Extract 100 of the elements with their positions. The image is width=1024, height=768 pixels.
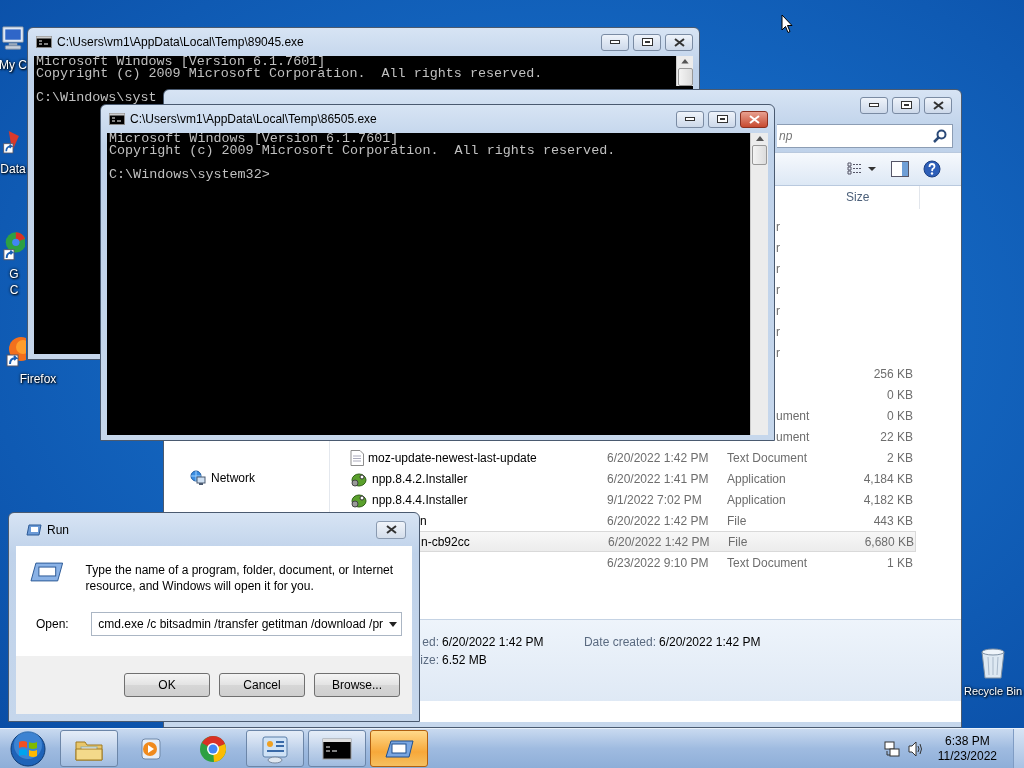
dropdown-icon[interactable] bbox=[389, 621, 397, 627]
file-type: r bbox=[775, 261, 781, 276]
maximize-button[interactable] bbox=[708, 110, 736, 128]
file-size: 0 KB bbox=[886, 408, 914, 423]
close-button[interactable] bbox=[376, 520, 406, 539]
desktop-icon-label[interactable]: G C bbox=[9, 266, 19, 298]
desktop-icon-label[interactable]: Recycle Bin bbox=[963, 683, 1023, 699]
file-size: 22 KB bbox=[879, 429, 914, 444]
date-modified: 6/23/2022 9:10 PM bbox=[606, 555, 710, 570]
file-name: n-cb92cc bbox=[421, 534, 470, 549]
prompt-text: Type the name of a program, folder, document, or Internet resource, and Windows will open it for you. bbox=[85, 562, 395, 594]
installer-icon bbox=[350, 491, 368, 508]
installer-icon bbox=[350, 470, 368, 487]
search-field[interactable]: np bbox=[777, 124, 953, 148]
minimize-button[interactable] bbox=[676, 110, 704, 128]
file-size: 443 KB bbox=[872, 513, 914, 528]
file-type: r bbox=[775, 282, 781, 297]
date-modified: 6/20/2022 1:42 PM bbox=[606, 513, 710, 528]
close-icon bbox=[673, 37, 685, 47]
maximize-icon bbox=[900, 101, 912, 109]
scroll-thumb[interactable] bbox=[677, 67, 693, 86]
file-size: 4,182 KB bbox=[862, 492, 914, 507]
file-size: 2 KB bbox=[886, 450, 914, 465]
file-type: r bbox=[775, 303, 781, 318]
console-line: Copyright (c) 2009 Microsoft Corporation. All rights reserved. bbox=[109, 145, 617, 157]
chrome-shortcut-icon[interactable] bbox=[3, 230, 25, 262]
file-size: 6,680 KB bbox=[863, 534, 915, 549]
help-icon[interactable] bbox=[923, 160, 941, 178]
file-size: 0 KB bbox=[886, 387, 914, 402]
command-field[interactable]: cmd.exe /c bitsadmin /transfer getitman /download /pr bbox=[91, 612, 402, 636]
file-type: Application bbox=[727, 471, 787, 486]
detail-value: 6.52 MB bbox=[442, 653, 488, 669]
close-icon bbox=[748, 114, 760, 124]
desktop-icon-label[interactable]: My C bbox=[0, 57, 27, 73]
file-name: npp.8.4.2.Installer bbox=[372, 471, 468, 486]
ok-button[interactable]: OK bbox=[124, 673, 210, 697]
maximize-icon bbox=[716, 115, 728, 123]
file-type: Text Document bbox=[727, 450, 809, 465]
recycle-bin-icon[interactable] bbox=[978, 647, 1008, 679]
scrollbar[interactable] bbox=[676, 56, 693, 86]
computer-icon[interactable] bbox=[1, 23, 25, 53]
file-type: Application bbox=[727, 492, 787, 507]
scrollbar[interactable] bbox=[750, 133, 768, 435]
minimize-icon bbox=[685, 117, 695, 121]
run-icon bbox=[26, 523, 42, 536]
network-icon bbox=[190, 470, 206, 486]
file-size: 1 KB bbox=[886, 555, 914, 570]
view-options-icon[interactable] bbox=[847, 162, 877, 176]
close-button[interactable] bbox=[740, 110, 768, 128]
clock-time[interactable]: 6:38 PM bbox=[945, 733, 990, 749]
cancel-button[interactable]: Cancel bbox=[219, 673, 305, 697]
window-title: C:\Users\vm1\AppData\Local\Temp\86505.exe bbox=[130, 112, 378, 126]
minimize-icon bbox=[869, 103, 879, 107]
date-modified: 6/20/2022 1:41 PM bbox=[606, 471, 710, 486]
console-line: Microsoft Windows [Version 6.1.7601] bbox=[109, 133, 399, 145]
taskbar-button[interactable] bbox=[308, 730, 366, 767]
run-icon bbox=[30, 562, 64, 582]
minimize-button[interactable] bbox=[601, 33, 629, 51]
console-line: Copyright (c) 2009 Microsoft Corporation. All rights reserved. bbox=[36, 68, 544, 80]
close-icon bbox=[932, 100, 944, 110]
browse-button[interactable]: Browse... bbox=[314, 673, 400, 697]
console-line: C:\Windows\system32> bbox=[109, 169, 271, 181]
file-size: 4,184 KB bbox=[862, 471, 914, 486]
file-type: File bbox=[727, 513, 748, 528]
open-label: Open: bbox=[35, 617, 70, 631]
window-title: C:\Users\vm1\AppData\Local\Temp\89045.exe bbox=[57, 35, 305, 49]
close-button[interactable] bbox=[665, 33, 693, 51]
maximize-button[interactable] bbox=[892, 96, 920, 114]
file-name: n bbox=[420, 513, 427, 528]
desktop-icon-label[interactable]: Data bbox=[0, 161, 26, 177]
scroll-thumb[interactable] bbox=[752, 145, 767, 165]
file-type: r bbox=[775, 240, 781, 255]
column-header[interactable]: Size bbox=[838, 186, 920, 209]
minimize-button[interactable] bbox=[860, 96, 888, 114]
sidebar-item[interactable]: Network bbox=[164, 469, 329, 487]
text-file-icon bbox=[350, 449, 364, 466]
close-icon bbox=[385, 525, 397, 534]
preview-pane-icon[interactable] bbox=[891, 161, 909, 177]
close-button[interactable] bbox=[924, 96, 952, 114]
search-icon[interactable] bbox=[933, 129, 947, 143]
file-type: r bbox=[775, 219, 781, 234]
maximize-icon bbox=[641, 38, 653, 46]
maximize-button[interactable] bbox=[633, 33, 661, 51]
desktop-icon-label[interactable]: Firefox bbox=[19, 371, 57, 387]
network-icon[interactable] bbox=[883, 740, 900, 757]
detail-label: ed: bbox=[421, 635, 439, 651]
date-modified: 6/20/2022 1:42 PM bbox=[607, 534, 711, 549]
file-type: Text Document bbox=[727, 555, 809, 570]
volume-icon[interactable] bbox=[907, 740, 924, 757]
pointer-icon bbox=[781, 14, 793, 34]
start-button-icon[interactable] bbox=[10, 730, 46, 767]
file-type: File bbox=[728, 534, 749, 549]
detail-value: 6/20/2022 1:42 PM bbox=[442, 635, 545, 651]
console-icon bbox=[109, 113, 125, 125]
minimize-icon bbox=[610, 40, 620, 44]
file-size: 256 KB bbox=[872, 366, 914, 381]
window-title: Run bbox=[47, 522, 70, 537]
clock-date[interactable]: 11/23/2022 bbox=[937, 748, 997, 764]
scroll-up-icon bbox=[755, 136, 764, 141]
console-icon bbox=[36, 36, 52, 48]
